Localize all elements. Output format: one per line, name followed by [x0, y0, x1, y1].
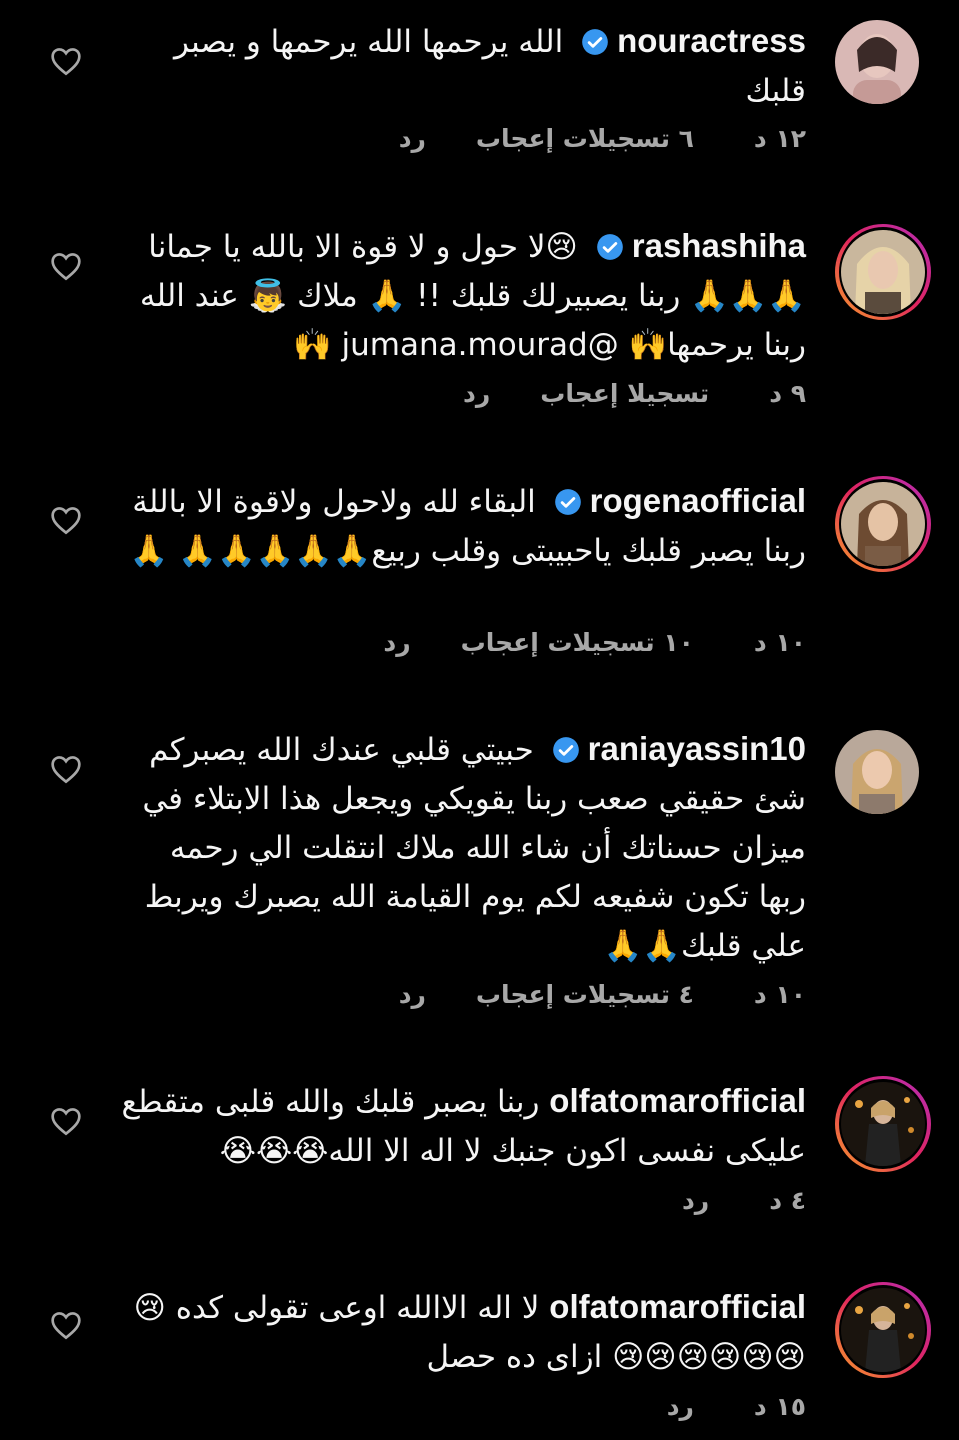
reply-button[interactable]: رد [667, 1392, 694, 1421]
username[interactable]: nouractress [617, 22, 806, 59]
avatar[interactable] [835, 1282, 931, 1378]
username[interactable]: rashashiha [632, 227, 806, 264]
likes-count-link[interactable]: تسجيلا إعجاب [540, 379, 709, 408]
reply-button[interactable]: رد [399, 980, 426, 1009]
username[interactable]: olfatomarofficial [549, 1082, 806, 1119]
comment-time: ١٥ د [753, 1392, 806, 1421]
heart-outline-icon[interactable] [50, 1106, 82, 1136]
comment-meta: ٩ د تسجيلا إعجاب رد [463, 379, 806, 408]
heart-outline-icon[interactable] [50, 754, 82, 784]
comment-text: olfatomarofficial لا اله الاالله اوعى تق… [116, 1282, 806, 1382]
reply-button[interactable]: رد [399, 124, 426, 153]
comment-text: rogenaofficial البقاء لله ولاحول ولاقوة … [116, 476, 806, 576]
comment-text: olfatomarofficial ربنا يصبر قلبك والله ق… [116, 1076, 806, 1176]
reply-button[interactable]: رد [463, 379, 490, 408]
avatar[interactable] [835, 224, 931, 320]
likes-count-link[interactable]: ٦ تسجيلات إعجاب [476, 124, 694, 153]
comment-meta: ١٠ د ١٠ تسجيلات إعجاب رد [383, 628, 806, 657]
comment-meta: ١٢ د ٦ تسجيلات إعجاب رد [399, 124, 806, 153]
comment-time: ١٠ د [753, 980, 806, 1009]
verified-badge-icon [554, 489, 581, 515]
heart-outline-icon[interactable] [50, 1310, 82, 1340]
verified-badge-icon [596, 234, 623, 260]
comment-meta: ١٥ د رد [667, 1392, 806, 1421]
comment-time: ٩ د [769, 379, 806, 408]
likes-count-link[interactable]: ١٠ تسجيلات إعجاب [461, 628, 694, 657]
comment-meta: ٤ د رد [682, 1186, 806, 1215]
verified-badge-icon [552, 737, 579, 763]
heart-outline-icon[interactable] [50, 505, 82, 535]
reply-button[interactable]: رد [383, 628, 410, 657]
comment-text: raniayassin10 حبيتي قلبي عندك الله يصبرك… [116, 724, 806, 971]
heart-outline-icon[interactable] [50, 251, 82, 281]
comment-text: nouractress الله يرحمها الله يرحمها و يص… [116, 16, 806, 116]
comment-meta: ١٠ د ٤ تسجيلات إعجاب رد [399, 980, 806, 1009]
avatar[interactable] [835, 476, 931, 572]
comment-time: ١٢ د [753, 124, 806, 153]
reply-button[interactable]: رد [682, 1186, 709, 1215]
avatar[interactable] [833, 728, 921, 816]
avatar[interactable] [833, 18, 921, 106]
comment-time: ٤ د [769, 1186, 806, 1215]
comment-text: rashashiha 😢لا حول و لا قوة الا بالله يا… [116, 221, 806, 370]
username[interactable]: raniayassin10 [588, 730, 806, 767]
username[interactable]: rogenaofficial [590, 482, 806, 519]
avatar[interactable] [835, 1076, 931, 1172]
username[interactable]: olfatomarofficial [549, 1288, 806, 1325]
likes-count-link[interactable]: ٤ تسجيلات إعجاب [476, 980, 694, 1009]
heart-outline-icon[interactable] [50, 46, 82, 76]
comment-time: ١٠ د [753, 628, 806, 657]
verified-badge-icon [582, 29, 608, 55]
